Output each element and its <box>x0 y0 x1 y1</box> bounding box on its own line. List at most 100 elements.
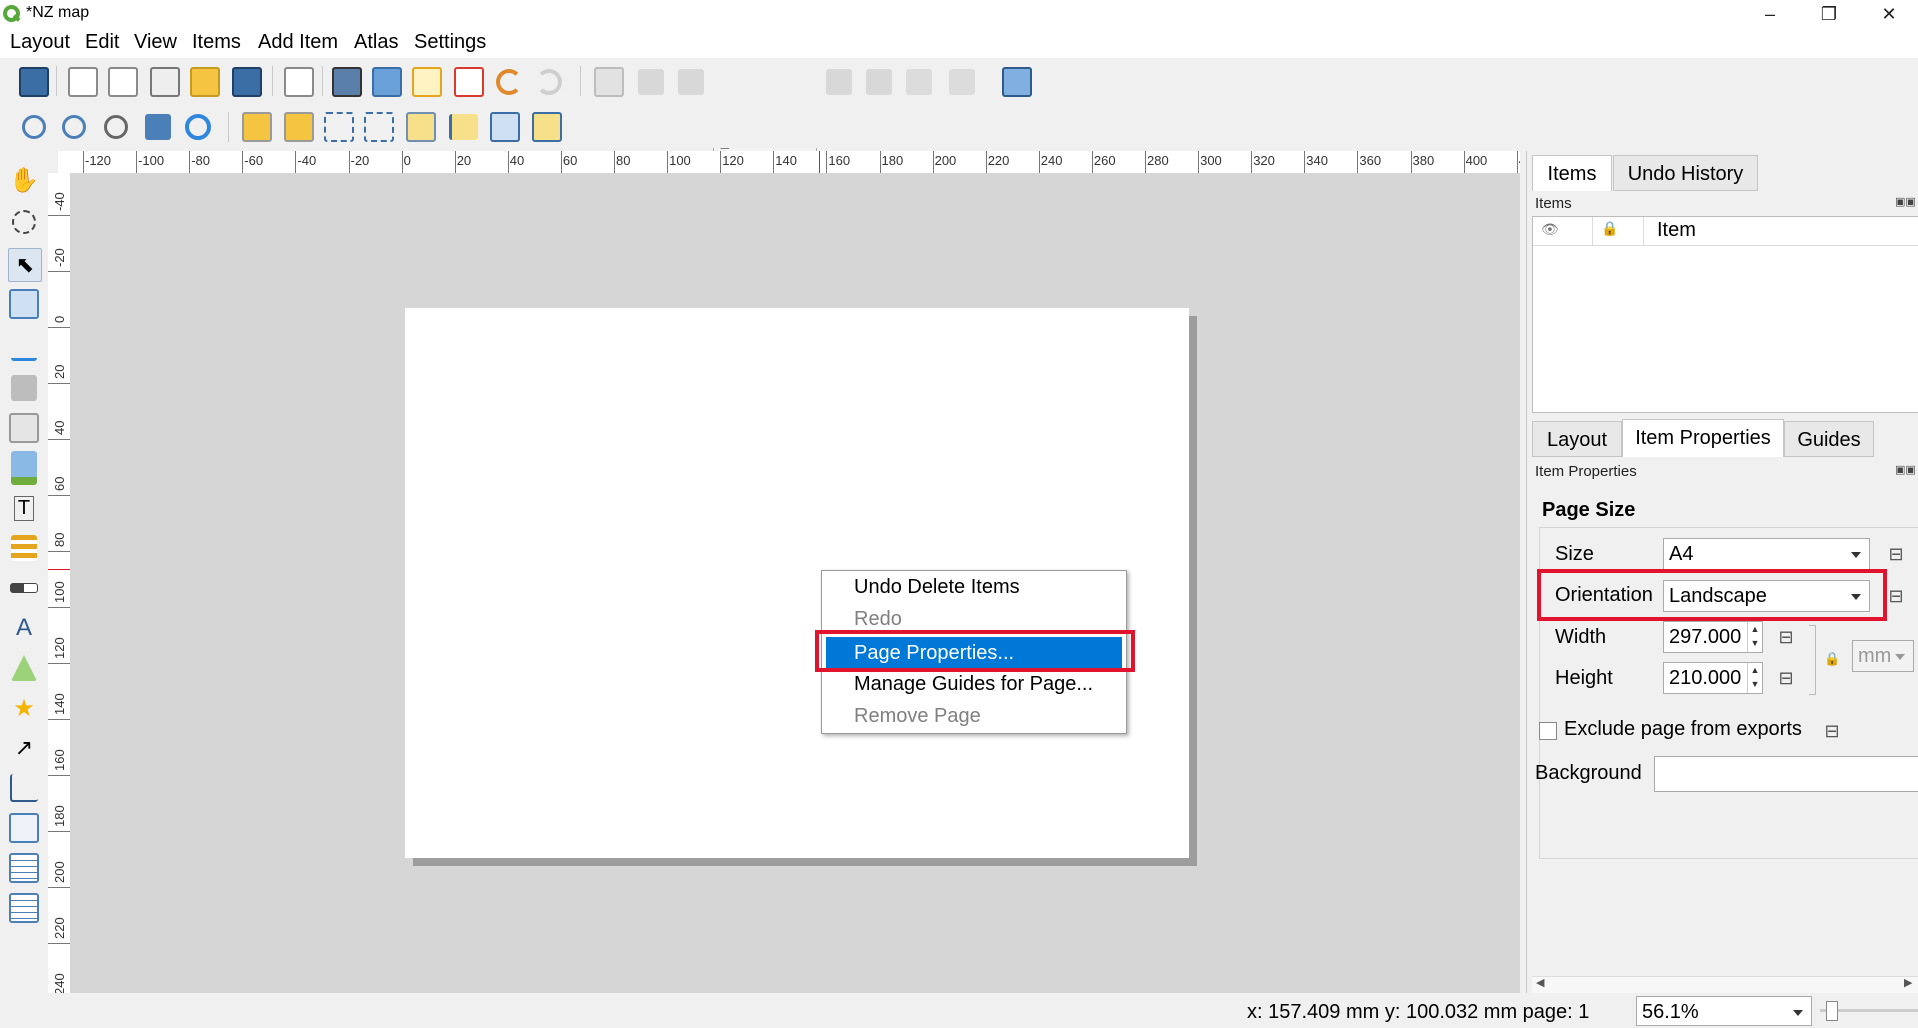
undo-button[interactable] <box>492 65 526 99</box>
atlas-preview-button[interactable] <box>592 65 626 99</box>
item-column-header[interactable]: Item <box>1657 219 1696 242</box>
zoom-in-button[interactable] <box>17 110 51 144</box>
panel-float-close-icons[interactable]: ▣▣ <box>1895 463 1916 476</box>
spin-arrows-icon[interactable]: ▲ ▼ <box>1747 622 1762 652</box>
items-tree[interactable]: 👁 🔒 Item <box>1532 216 1918 413</box>
zoom-out-button[interactable] <box>57 110 91 144</box>
first-icon <box>638 69 664 95</box>
spin-arrows-icon[interactable]: ▲ ▼ <box>1747 663 1762 693</box>
atlas-export-button[interactable] <box>945 65 979 99</box>
export-image-button[interactable] <box>370 65 404 99</box>
tab-items[interactable]: Items <box>1532 155 1612 191</box>
background-symbol-button[interactable] <box>1654 756 1918 792</box>
zoom-tool-button[interactable] <box>8 206 40 238</box>
save-layout-button[interactable] <box>17 65 51 99</box>
new-layout-button[interactable] <box>66 65 100 99</box>
add-html-button[interactable] <box>8 812 40 844</box>
add-marker-button[interactable]: ★ <box>8 692 40 724</box>
edit-nodes-button[interactable] <box>8 330 40 362</box>
picture-icon <box>11 451 37 485</box>
height-label: Height <box>1555 667 1613 689</box>
resize-items-button[interactable] <box>530 110 564 144</box>
menu-items[interactable]: Items <box>192 31 241 54</box>
new-page-button[interactable] <box>282 65 316 99</box>
tab-guides[interactable]: Guides <box>1784 421 1874 457</box>
tab-layout[interactable]: Layout <box>1532 421 1622 457</box>
data-defined-width-button[interactable]: ⊟ <box>1771 622 1801 652</box>
zoom-full-button[interactable] <box>141 110 175 144</box>
menu-atlas[interactable]: Atlas <box>354 31 398 54</box>
add-map-icon <box>11 375 37 401</box>
add-fixed-table-button[interactable] <box>8 892 40 924</box>
scroll-right-icon[interactable]: ▶ <box>1904 976 1912 989</box>
panel-float-close-icons[interactable]: ▣▣ <box>1895 195 1916 208</box>
align-items-button[interactable] <box>446 110 480 144</box>
export-svg-button[interactable] <box>410 65 444 99</box>
menu-view[interactable]: View <box>134 31 177 54</box>
size-combo[interactable]: A4 <box>1663 538 1870 570</box>
print-button[interactable] <box>330 65 364 99</box>
minimize-button[interactable]: – <box>1741 0 1799 28</box>
last-feature-button[interactable] <box>862 65 896 99</box>
lock-icon[interactable]: 🔒 <box>1824 651 1840 667</box>
data-defined-size-button[interactable]: ⊟ <box>1881 539 1911 569</box>
data-defined-exclude-button[interactable]: ⊟ <box>1817 716 1847 746</box>
raise-items-button[interactable] <box>404 110 438 144</box>
data-defined-icon: ⊟ <box>1778 667 1794 688</box>
refresh-button[interactable] <box>181 110 215 144</box>
restore-button[interactable]: ❐ <box>1800 0 1858 28</box>
zoom-slider-handle[interactable] <box>1826 1001 1838 1021</box>
prev-feature-button[interactable] <box>674 65 708 99</box>
add-attribute-table-button[interactable] <box>8 852 40 884</box>
select-tool-button[interactable]: ⬉ <box>8 248 42 282</box>
first-feature-button[interactable] <box>634 65 668 99</box>
table-icon <box>9 853 39 883</box>
redo-button[interactable] <box>532 65 566 99</box>
save-template-button[interactable] <box>230 65 264 99</box>
close-button[interactable]: ✕ <box>1860 0 1918 28</box>
add-label-button[interactable]: T <box>8 492 40 524</box>
menu-add-item[interactable]: Add Item <box>258 31 338 54</box>
layout-manager-button[interactable] <box>148 65 182 99</box>
data-defined-icon: ⊟ <box>1888 543 1904 564</box>
duplicate-layout-button[interactable] <box>106 65 140 99</box>
next-feature-button[interactable] <box>822 65 856 99</box>
tab-item-properties[interactable]: Item Properties <box>1622 419 1784 457</box>
units-combo[interactable]: mm <box>1852 640 1914 672</box>
unlock-items-button[interactable] <box>282 110 316 144</box>
menu-settings[interactable]: Settings <box>414 31 486 54</box>
add-shape-button[interactable] <box>8 652 40 684</box>
lock-items-button[interactable] <box>240 110 274 144</box>
add-north-arrow-button[interactable]: A <box>8 612 40 644</box>
add-scalebar-button[interactable] <box>8 572 40 604</box>
data-defined-height-button[interactable]: ⊟ <box>1771 663 1801 693</box>
height-spinbox[interactable]: 210.000 ▲ ▼ <box>1663 662 1763 694</box>
add-3d-map-button[interactable] <box>8 412 40 444</box>
scroll-left-icon[interactable]: ◀ <box>1536 976 1544 989</box>
export-pdf-button[interactable] <box>452 65 486 99</box>
add-arrow-button[interactable]: ↗ <box>8 732 40 764</box>
menu-edit[interactable]: Edit <box>85 31 119 54</box>
add-node-item-button[interactable] <box>8 772 40 804</box>
zoom-combo[interactable]: 56.1% <box>1636 996 1812 1026</box>
width-spinbox[interactable]: 297.000 ▲ ▼ <box>1663 621 1763 653</box>
menu-layout[interactable]: Layout <box>10 31 70 54</box>
open-template-button[interactable] <box>188 65 222 99</box>
add-legend-button[interactable] <box>8 532 40 564</box>
vertical-ruler: -40 -20 0 20 40 60 80 100 120 140 160 180 200 220 240 <box>48 173 71 993</box>
add-picture-button[interactable] <box>8 451 40 485</box>
move-content-button[interactable] <box>8 288 40 320</box>
tab-undo-history[interactable]: Undo History <box>1613 155 1758 191</box>
zoom-actual-button[interactable] <box>99 110 133 144</box>
atlas-settings-button[interactable] <box>1000 65 1034 99</box>
atlas-print-button[interactable] <box>902 65 936 99</box>
exclude-page-checkbox[interactable] <box>1539 722 1557 740</box>
menu-item-undo-delete-items[interactable]: Undo Delete Items <box>822 571 1126 603</box>
ungroup-items-button[interactable] <box>362 110 396 144</box>
pan-tool-button[interactable]: ✋ <box>8 164 40 196</box>
add-map-button[interactable] <box>8 372 40 404</box>
panel-horizontal-scrollbar[interactable]: ◀ ▶ <box>1532 976 1918 993</box>
menu-item-manage-guides[interactable]: Manage Guides for Page... <box>822 668 1126 700</box>
distribute-items-button[interactable] <box>488 110 522 144</box>
group-items-button[interactable] <box>322 110 356 144</box>
